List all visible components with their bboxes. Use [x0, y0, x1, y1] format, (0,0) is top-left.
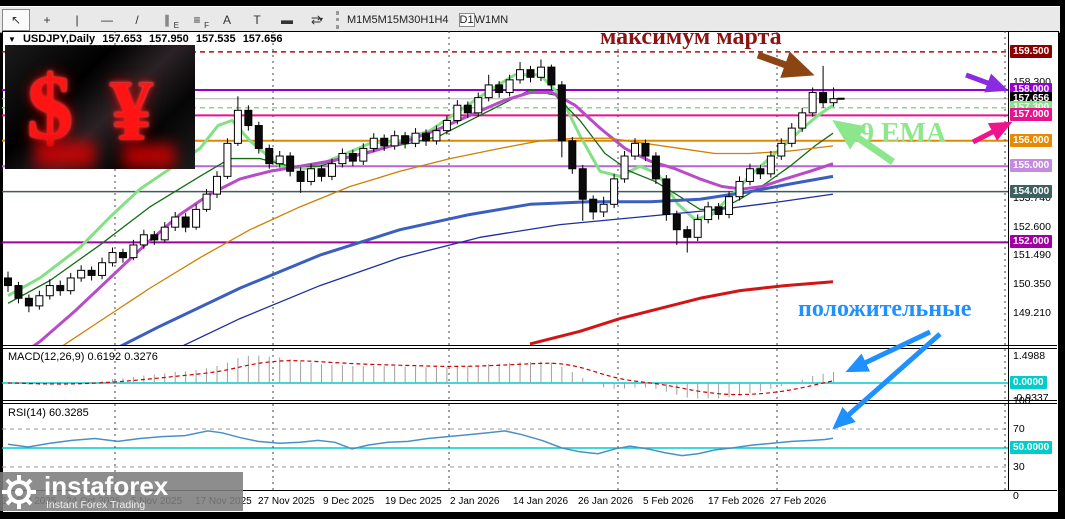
- watermark-name: instaforex: [44, 470, 169, 501]
- toolbar-grip[interactable]: [336, 10, 343, 29]
- trading-terminal: ↖ + | — / ∥ E ≡ F A T ▬ ⇄ ▾ M1M5M15M30H1H4 D1W1MN ▼ US…: [0, 0, 1065, 519]
- high-value: 157.950: [149, 33, 189, 45]
- rsi-axis-label: 70: [1013, 423, 1025, 435]
- crosshair-icon[interactable]: +: [34, 10, 60, 30]
- chart-title: ▼ USDJPY,Daily 157.653 157.950 157.535 1…: [8, 33, 286, 45]
- timeframe-M30[interactable]: M30: [399, 14, 420, 26]
- symbol-label: USDJPY,Daily: [22, 33, 96, 45]
- price-axis-label: 152.600: [1013, 221, 1051, 234]
- price-axis-label: 149.210: [1013, 307, 1051, 320]
- timeframe-H1[interactable]: H1: [420, 14, 434, 26]
- time-axis-label: 17 Feb 2026: [708, 496, 765, 507]
- equidistant-channel-icon[interactable]: ∥ E: [154, 10, 180, 30]
- pane-separator[interactable]: [2, 345, 1057, 346]
- positive-annotation: положительные: [798, 296, 972, 322]
- instaforex-gear-icon: [2, 474, 36, 509]
- price-axis-border: [1008, 31, 1009, 490]
- currency-symbols-image: $ ¥: [5, 45, 195, 169]
- price-axis-badge: 156.000: [1010, 133, 1053, 147]
- text-icon[interactable]: A: [214, 10, 240, 30]
- rsi-axis-label: 0: [1013, 489, 1019, 502]
- red-reflection: [123, 144, 175, 168]
- arrows-shapes-icon[interactable]: ⇄ ▾: [304, 10, 330, 30]
- cursor-icon[interactable]: ↖: [2, 8, 30, 31]
- macd-main-value: 0.6192: [87, 351, 122, 363]
- ema9-annotation: 9 EMA: [860, 118, 947, 149]
- price-axis-badge: 152.000: [1010, 235, 1053, 249]
- fibonacci-icon[interactable]: ≡ F: [184, 10, 210, 30]
- macd-indicator-label: MACD(12,26,9) 0.6192 0.3276: [8, 351, 158, 363]
- rsi-value: 60.3285: [48, 407, 89, 419]
- timeframe-W1[interactable]: W1: [475, 14, 492, 26]
- pane-separator: [2, 348, 1057, 349]
- timeframe-M1[interactable]: M1: [347, 14, 362, 26]
- red-reflection: [35, 141, 95, 167]
- watermark-tagline: Instant Forex Trading: [46, 498, 146, 511]
- price-axis-badge: 157.000: [1010, 108, 1053, 122]
- rsi-axis-label: 30: [1013, 461, 1025, 473]
- timeframe-MN[interactable]: MN: [491, 14, 508, 26]
- macd-signal-value: 0.3276: [124, 351, 158, 363]
- time-axis-label: 5 Feb 2026: [643, 496, 694, 507]
- instaforex-watermark: instaforex Instant Forex Trading: [0, 472, 243, 511]
- close-value: 157.656: [242, 33, 283, 45]
- time-axis-label: 19 Dec 2025: [385, 496, 442, 507]
- macd-zero-badge: 0.0000: [1010, 376, 1047, 389]
- price-axis-badge: 155.000: [1010, 159, 1053, 173]
- trendline-icon[interactable]: /: [124, 10, 150, 30]
- timeframe-D1[interactable]: D1: [458, 12, 475, 27]
- time-axis-label: 26 Jan 2026: [578, 496, 634, 507]
- text-label-icon[interactable]: T: [244, 10, 270, 30]
- rsi-indicator-label: RSI(14) 60.3285: [8, 407, 89, 419]
- rectangle-icon[interactable]: ▬: [274, 10, 300, 30]
- time-axis-label: 14 Jan 2026: [513, 496, 569, 507]
- time-axis-label: 27 Feb 2026: [770, 496, 827, 507]
- price-axis-label: 150.350: [1013, 278, 1051, 291]
- time-axis-label: 9 Dec 2025: [323, 496, 375, 507]
- price-axis-badge: 159.500: [1010, 44, 1053, 58]
- rsi-mid-badge: 50.0000: [1010, 441, 1053, 454]
- price-axis-badge: 154.000: [1010, 184, 1053, 198]
- rsi-axis-label: 100: [1013, 394, 1031, 407]
- vertical-line-icon[interactable]: |: [64, 10, 90, 30]
- time-axis-label: 2 Jan 2026: [450, 496, 500, 507]
- pane-separator[interactable]: [2, 400, 1057, 401]
- timeframe-M15[interactable]: M15: [378, 14, 399, 26]
- macd-axis-label: 1.4988: [1013, 349, 1046, 362]
- timeframe-buttons: M1M5M15M30H1H4 D1W1MN: [347, 10, 508, 30]
- price-axis-label: 151.490: [1013, 249, 1051, 262]
- drawing-tools: ↖ + | — / ∥ E ≡ F A T ▬ ⇄ ▾: [0, 8, 332, 31]
- time-axis-label: 27 Nov 2025: [258, 496, 315, 507]
- timeframe-H4[interactable]: H4: [434, 14, 448, 26]
- pane-separator: [2, 403, 1057, 404]
- symbol-dropdown-icon[interactable]: ▼: [8, 35, 16, 44]
- march-maximum-annotation: максимум марта: [600, 24, 782, 50]
- low-value: 157.535: [195, 33, 236, 45]
- toolbar: ↖ + | — / ∥ E ≡ F A T ▬ ⇄ ▾ M1M5M15M30H1H4 D1W1MN: [0, 6, 1060, 33]
- timeframe-M5[interactable]: M5: [362, 14, 377, 26]
- horizontal-line-icon[interactable]: —: [94, 10, 120, 30]
- open-value: 157.653: [102, 33, 142, 45]
